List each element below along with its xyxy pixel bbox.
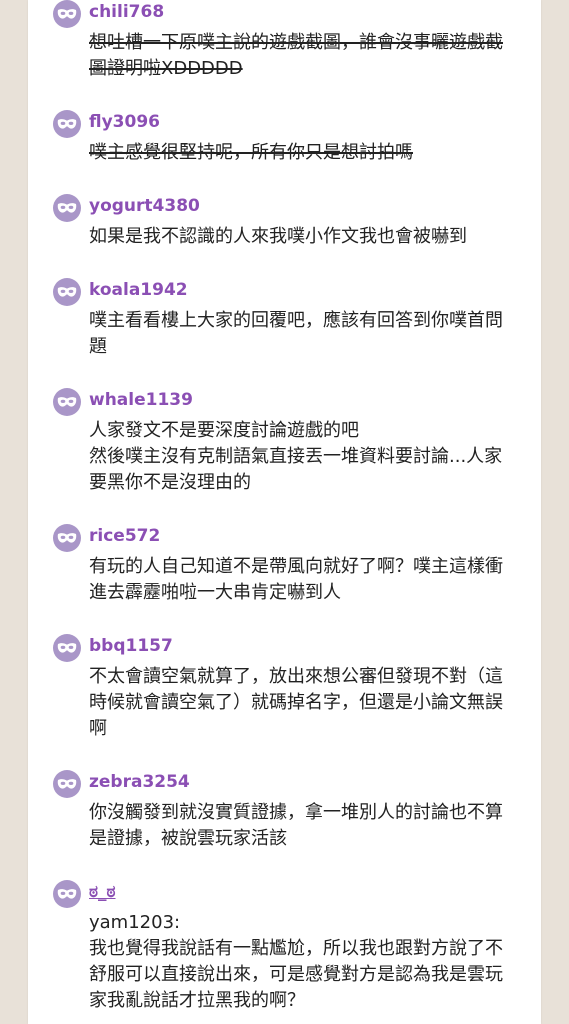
anonymous-mask-icon[interactable] xyxy=(53,880,81,908)
anonymous-mask-icon[interactable] xyxy=(53,634,81,662)
username-link[interactable]: chili768 xyxy=(89,1,164,23)
username-link[interactable]: whale1139 xyxy=(89,389,193,411)
response-text: 有玩的人自己知道不是帶風向就好了啊？噗主這樣衝進去霹靂啪啦一大串肯定嚇到人 xyxy=(89,556,503,603)
username-link[interactable]: ಠ_ಠ xyxy=(89,881,116,903)
response-text: 如果是我不認識的人來我噗小作文我也會被嚇到 xyxy=(89,226,467,247)
response-text: 噗主感覺很堅持呢，所有你只是想討拍嗎 xyxy=(89,142,413,163)
anonymous-mask-icon[interactable] xyxy=(53,194,81,222)
anonymous-mask-icon[interactable] xyxy=(53,110,81,138)
username-link[interactable]: zebra3254 xyxy=(89,771,190,793)
anonymous-mask-icon[interactable] xyxy=(53,278,81,306)
response-text: 你沒觸發到就沒實質證據，拿一堆別人的討論也不算是證據，被說雲玩家活該 xyxy=(89,802,503,849)
anonymous-mask-icon[interactable] xyxy=(53,0,81,28)
username-link[interactable]: fly3096 xyxy=(89,111,160,133)
plurk-response-panel: chili768 想吐槽一下原噗主說的遊戲截圖，誰會沒事曬遊戲截圖證明啦XDDDD… xyxy=(28,0,541,1024)
response-text: yam1203: 我也覺得我說話有一點尷尬，所以我也跟對方說了不舒服可以直接說出… xyxy=(89,912,503,1011)
username-link[interactable]: bbq1157 xyxy=(89,635,173,657)
response-text: 人家發文不是要深度討論遊戲的吧 然後噗主沒有克制語氣直接丟一堆資料要討論...人… xyxy=(89,420,503,493)
anonymous-mask-icon[interactable] xyxy=(53,388,81,416)
username-link[interactable]: rice572 xyxy=(89,525,160,547)
response-text: 不太會讀空氣就算了，放出來想公審但發現不對（這時候就會讀空氣了）就碼掉名字，但還… xyxy=(89,666,503,739)
response-text: 想吐槽一下原噗主說的遊戲截圖，誰會沒事曬遊戲截圖證明啦XDDDDD xyxy=(89,32,503,79)
username-link[interactable]: yogurt4380 xyxy=(89,195,200,217)
anonymous-mask-icon[interactable] xyxy=(53,524,81,552)
response-text: 噗主看看樓上大家的回覆吧，應該有回答到你噗首問題 xyxy=(89,310,503,357)
username-link[interactable]: koala1942 xyxy=(89,279,188,301)
anonymous-mask-icon[interactable] xyxy=(53,770,81,798)
